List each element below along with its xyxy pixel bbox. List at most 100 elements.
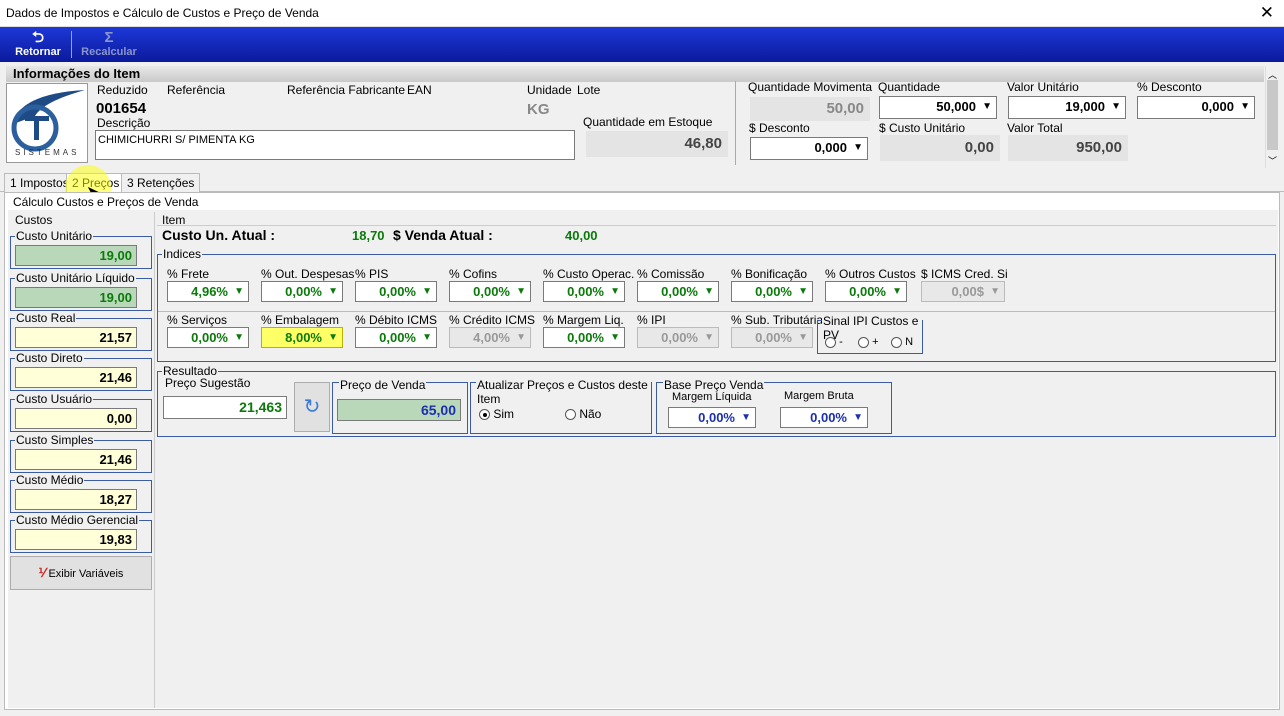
outros-custos-combo[interactable]: 0,00% ▼ bbox=[825, 281, 907, 302]
bonificacao-combo[interactable]: 0,00% ▼ bbox=[731, 281, 813, 302]
credito-icms-value: 4,00% bbox=[473, 330, 510, 345]
custo-medio-gerencial-field[interactable]: 19,83 bbox=[15, 529, 137, 550]
tab-retencoes[interactable]: 3 Retenções bbox=[121, 173, 201, 192]
venda-atual-label: $ Venda Atual : bbox=[393, 227, 493, 243]
chevron-down-icon: ▼ bbox=[516, 286, 526, 297]
retornar-button[interactable]: ⮌ Retornar bbox=[10, 29, 66, 60]
margem-liquida-combo[interactable]: 0,00% ▼ bbox=[668, 407, 756, 428]
credito-icms-combo[interactable]: 4,00% ▼ bbox=[449, 327, 531, 348]
indices-title: Indices bbox=[162, 247, 203, 261]
custo-real-field[interactable]: 21,57 bbox=[15, 327, 137, 348]
cofins-value: 0,00% bbox=[473, 284, 510, 299]
cofins-combo[interactable]: 0,00% ▼ bbox=[449, 281, 531, 302]
embalagem-combo[interactable]: 8,00% ▼ bbox=[261, 327, 343, 348]
custo-label: Custo Médio bbox=[15, 473, 85, 487]
custo-medio-field[interactable]: 18,27 bbox=[15, 489, 137, 510]
close-icon[interactable]: ✕ bbox=[1260, 3, 1274, 23]
descricao-field[interactable]: CHIMICHURRI S/ PIMENTA KG bbox=[95, 130, 575, 160]
custo-simples-field[interactable]: 21,46 bbox=[15, 449, 137, 470]
scroll-thumb[interactable] bbox=[1267, 80, 1278, 150]
comissao-combo[interactable]: 0,00% ▼ bbox=[637, 281, 719, 302]
recalcular-button[interactable]: Σ Recalcular bbox=[76, 29, 142, 60]
ipi-label: % IPI bbox=[637, 313, 666, 327]
pis-combo[interactable]: 0,00% ▼ bbox=[355, 281, 437, 302]
sub-tributaria-combo[interactable]: 0,00% ▼ bbox=[731, 327, 813, 348]
desconto-label: $ Desconto bbox=[749, 121, 810, 135]
quantidade-label: Quantidade bbox=[878, 80, 941, 94]
refresh-button[interactable]: ↻ bbox=[294, 382, 330, 432]
valor-unitario-label: Valor Unitário bbox=[1007, 80, 1079, 94]
radio-icon bbox=[565, 409, 576, 421]
custo-operac-combo[interactable]: 0,00% ▼ bbox=[543, 281, 625, 302]
pct-desconto-combo[interactable]: 0,000 ▼ bbox=[1137, 96, 1255, 119]
desconto-combo[interactable]: 0,000 ▼ bbox=[750, 137, 868, 160]
vertical-scrollbar[interactable]: ︿ ﹀ bbox=[1265, 66, 1279, 168]
outros-custos-label: % Outros Custos bbox=[825, 267, 916, 281]
custo-usuario-group: Custo Usuário 0,00 bbox=[10, 392, 152, 432]
sinal-plus-option[interactable]: + bbox=[858, 336, 879, 348]
atualizar-title: Atualizar Preços e Custos deste Item bbox=[476, 378, 651, 406]
sigma-icon: Σ bbox=[104, 29, 114, 46]
credito-icms-label: % Crédito ICMS bbox=[449, 313, 536, 327]
sim-radio[interactable]: Sim bbox=[479, 407, 514, 421]
toolbar: ⮌ Retornar Σ Recalcular bbox=[0, 27, 1284, 62]
sinal-n-label: N bbox=[905, 336, 914, 348]
preco-venda-group: Preço de Venda 65,00 bbox=[332, 378, 468, 434]
bonificacao-value: 0,00% bbox=[755, 284, 792, 299]
margem-bruta-combo[interactable]: 0,00% ▼ bbox=[780, 407, 868, 428]
quantidade-combo[interactable]: 50,000 ▼ bbox=[879, 96, 997, 119]
embalagem-label: % Embalagem bbox=[261, 313, 340, 327]
exibir-variaveis-button[interactable]: ⅟ Exibir Variáveis bbox=[10, 556, 152, 590]
icms-cred-simp-combo[interactable]: 0,00$ ▼ bbox=[921, 281, 1005, 302]
margem-bruta-label: Margem Bruta bbox=[784, 390, 854, 402]
venda-atual-value: 40,00 bbox=[565, 228, 598, 243]
item-row bbox=[157, 225, 1276, 247]
ean-label: EAN bbox=[407, 83, 432, 97]
unidade-value: KG bbox=[527, 101, 550, 118]
custo-unitario-field[interactable]: 19,00 bbox=[15, 245, 137, 266]
chevron-down-icon: ▼ bbox=[853, 142, 863, 153]
debito-icms-combo[interactable]: 0,00% ▼ bbox=[355, 327, 437, 348]
outros-custos-value: 0,00% bbox=[849, 284, 886, 299]
custo-label: Custo Unitário bbox=[15, 229, 94, 243]
sinal-n-option[interactable]: N bbox=[891, 336, 913, 348]
retornar-label: Retornar bbox=[15, 46, 61, 58]
unidade-label: Unidade bbox=[527, 83, 572, 97]
bonificacao-label: % Bonificação bbox=[731, 267, 808, 281]
nao-label: Não bbox=[579, 407, 602, 421]
custo-unitario-label: $ Custo Unitário bbox=[879, 121, 966, 135]
reduzido-value: 001654 bbox=[96, 100, 147, 117]
valor-total-value: 950,00 bbox=[1008, 135, 1128, 161]
custo-medio-gerencial-group: Custo Médio Gerencial 19,83 bbox=[10, 513, 152, 553]
sub-tributaria-label: % Sub. Tributária bbox=[731, 313, 824, 327]
margem-bruta-value: 0,00% bbox=[810, 410, 847, 425]
out-despesas-value: 0,00% bbox=[285, 284, 322, 299]
chevron-down-icon: ▼ bbox=[1240, 101, 1250, 112]
custo-usuario-field[interactable]: 0,00 bbox=[15, 408, 137, 429]
preco-venda-field[interactable]: 65,00 bbox=[337, 399, 461, 421]
ipi-combo[interactable]: 0,00% ▼ bbox=[637, 327, 719, 348]
chevron-down-icon: ▼ bbox=[516, 332, 526, 343]
out-despesas-combo[interactable]: 0,00% ▼ bbox=[261, 281, 343, 302]
custo-unitario-liquido-field[interactable]: 19,00 bbox=[15, 287, 137, 308]
ipi-value: 0,00% bbox=[661, 330, 698, 345]
qtd-movimenta-value: 50,00 bbox=[750, 97, 870, 121]
nao-radio[interactable]: Não bbox=[565, 407, 601, 421]
out-despesas-label: % Out. Despesas bbox=[261, 267, 355, 281]
servicos-combo[interactable]: 0,00% ▼ bbox=[167, 327, 249, 348]
tab-impostos[interactable]: 1 Impostos bbox=[4, 173, 75, 192]
sim-label: Sim bbox=[493, 407, 515, 421]
valor-unitario-combo[interactable]: 19,000 ▼ bbox=[1008, 96, 1126, 119]
custo-atual-label: Custo Un. Atual : bbox=[162, 227, 276, 243]
margem-liq-combo[interactable]: 0,00% ▼ bbox=[543, 327, 625, 348]
margem-liq-value: 0,00% bbox=[567, 330, 604, 345]
custo-direto-field[interactable]: 21,46 bbox=[15, 367, 137, 388]
sinal-minus-option[interactable]: - bbox=[825, 336, 843, 348]
scroll-down-icon[interactable]: ﹀ bbox=[1268, 154, 1277, 167]
chevron-down-icon: ▼ bbox=[422, 332, 432, 343]
desconto-value: 0,000 bbox=[814, 140, 847, 155]
custo-label: Custo Direto bbox=[15, 351, 84, 365]
frete-combo[interactable]: 4,96% ▼ bbox=[167, 281, 249, 302]
preco-sugestao-field[interactable]: 21,463 bbox=[163, 396, 287, 419]
chevron-down-icon: ▼ bbox=[1111, 101, 1121, 112]
